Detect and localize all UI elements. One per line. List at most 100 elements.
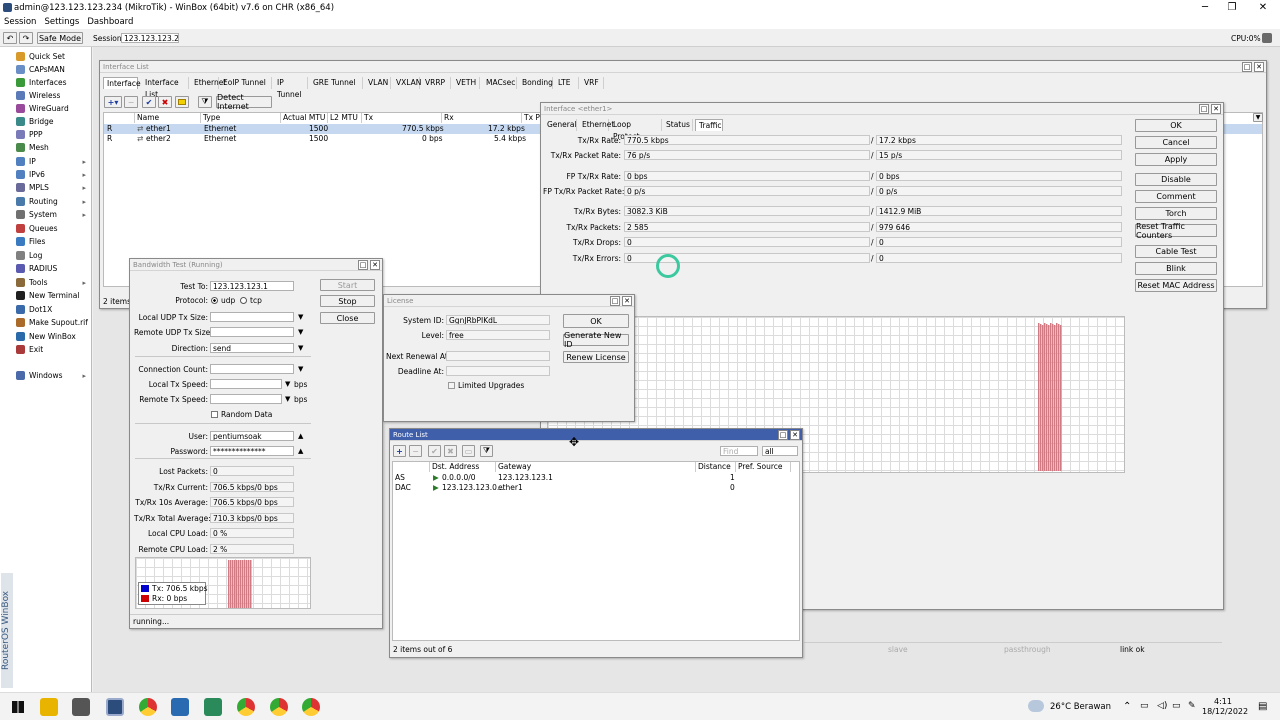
dropdown-arrow-icon[interactable]: ▼ <box>298 313 303 321</box>
col-mtu[interactable]: Actual MTU <box>281 113 328 123</box>
enable-icon[interactable]: ✔ <box>428 445 441 457</box>
dropdown-arrow-icon[interactable]: ▼ <box>298 344 303 352</box>
remove-icon[interactable]: − <box>409 445 422 457</box>
windows-start-icon[interactable] <box>12 701 24 713</box>
tab-eoip-tunnel[interactable]: EoIP Tunnel <box>220 77 272 89</box>
route-find-input[interactable]: Find <box>720 446 758 456</box>
download-app-icon[interactable] <box>204 698 222 716</box>
tab-general[interactable]: General <box>544 119 577 131</box>
col-gateway[interactable]: Gateway <box>496 462 696 472</box>
file-explorer-icon[interactable] <box>40 698 58 716</box>
local-udp-tx-size-field[interactable] <box>210 312 294 322</box>
direction-field[interactable]: send <box>210 343 294 353</box>
sidebar-item-make-supout-rif[interactable]: Make Supout.rif <box>16 316 90 329</box>
table-row[interactable]: DAC ▶ 123.123.123.0... ether1 0 <box>393 483 799 493</box>
start-button[interactable]: Start <box>320 279 375 291</box>
tab-ethernet[interactable]: Ethernet <box>191 77 226 89</box>
add-icon[interactable]: + <box>393 445 406 457</box>
tab-veth[interactable]: VETH <box>453 77 480 89</box>
disable-button[interactable]: Disable <box>1135 173 1217 186</box>
filter-icon[interactable]: ⧩ <box>480 445 493 457</box>
restore-icon[interactable]: ❐ <box>1215 0 1249 15</box>
speaker-icon[interactable]: ◁) <box>1157 701 1167 711</box>
close-icon[interactable]: ✕ <box>790 430 800 440</box>
tab-interface[interactable]: Interface <box>103 77 141 89</box>
cursor-app-icon[interactable] <box>72 698 90 716</box>
col-distance[interactable]: Distance <box>696 462 736 472</box>
notifications-icon[interactable]: ▤ <box>1258 701 1267 712</box>
sidebar-item-mesh[interactable]: Mesh <box>16 141 90 154</box>
col-rx[interactable]: Rx <box>442 113 522 123</box>
comment-icon[interactable] <box>175 96 189 108</box>
chrome-icon[interactable] <box>302 698 320 716</box>
sidebar-item-bridge[interactable]: Bridge <box>16 115 90 128</box>
maximize-icon[interactable]: □ <box>1242 62 1252 72</box>
tab-bonding[interactable]: Bonding <box>519 77 553 89</box>
reset-traffic-counters-button[interactable]: Reset Traffic Counters <box>1135 222 1217 240</box>
user-field[interactable]: pentiumsoak <box>210 431 294 441</box>
menu-dashboard[interactable]: Dashboard <box>87 17 133 27</box>
tab-interface-list[interactable]: Interface List <box>142 77 189 99</box>
maximize-icon[interactable]: □ <box>1199 104 1209 114</box>
collapse-arrow-icon[interactable]: ▲ <box>298 432 303 440</box>
sidebar-item-log[interactable]: Log <box>16 249 90 262</box>
col-dst[interactable]: Dst. Address <box>430 462 496 472</box>
maximize-icon[interactable]: □ <box>358 260 368 270</box>
virtualbox-icon[interactable] <box>171 698 189 716</box>
tab-gre-tunnel[interactable]: GRE Tunnel <box>310 77 363 89</box>
clock-date[interactable]: 18/12/2022 <box>1202 707 1248 716</box>
col-tx[interactable]: Tx <box>362 113 442 123</box>
disable-icon[interactable]: ✖ <box>158 96 172 108</box>
sidebar-item-dot1x[interactable]: Dot1X <box>16 303 90 316</box>
col-type[interactable]: Type <box>201 113 281 123</box>
limited-upgrades-checkbox[interactable] <box>448 382 455 389</box>
tab-ip-tunnel[interactable]: IP Tunnel <box>274 77 308 99</box>
comment-icon[interactable]: ▭ <box>462 445 475 457</box>
random-data-checkbox[interactable] <box>211 411 218 418</box>
chrome-icon[interactable] <box>139 698 157 716</box>
tab-vrrp[interactable]: VRRP <box>422 77 451 89</box>
sidebar-item-files[interactable]: Files <box>16 235 90 248</box>
dropdown-arrow-icon[interactable]: ▼ <box>298 365 303 373</box>
dropdown-arrow-icon[interactable]: ▼ <box>285 380 290 388</box>
dropdown-arrow-icon[interactable]: ▼ <box>285 395 290 403</box>
tab-lte[interactable]: LTE <box>555 77 579 89</box>
sidebar-item-ip[interactable]: IP ▸ <box>16 155 90 168</box>
maximize-icon[interactable]: □ <box>610 296 620 306</box>
sidebar-item-routing[interactable]: Routing ▸ <box>16 195 90 208</box>
connection-count-field[interactable] <box>210 364 294 374</box>
menu-settings[interactable]: Settings <box>44 17 79 27</box>
sidebar-item-windows[interactable]: Windows ▸ <box>16 369 90 382</box>
detect-internet-button[interactable]: Detect Internet <box>216 93 272 111</box>
disable-icon[interactable]: ✖ <box>444 445 457 457</box>
torch-button[interactable]: Torch <box>1135 207 1217 220</box>
scroll-down-icon[interactable]: ▼ <box>1253 113 1263 122</box>
tab-traffic[interactable]: Traffic <box>695 119 723 131</box>
add-icon[interactable]: +▾ <box>104 96 122 108</box>
sidebar-item-system[interactable]: System ▸ <box>16 208 90 221</box>
winbox-icon[interactable] <box>106 698 124 716</box>
tcp-radio[interactable] <box>240 297 247 304</box>
tab-vlan[interactable]: VLAN <box>365 77 391 89</box>
renew-license-button[interactable]: Renew License <box>563 351 629 363</box>
close-icon[interactable]: ✕ <box>370 260 380 270</box>
enable-icon[interactable]: ✔ <box>142 96 156 108</box>
sidebar-item-queues[interactable]: Queues <box>16 222 90 235</box>
route-list-titlebar[interactable]: Route List □ ✕ <box>390 429 802 441</box>
generate-new-id-button[interactable]: Generate New ID <box>563 331 629 349</box>
tab-status[interactable]: Status <box>663 119 693 131</box>
reset-mac-address-button[interactable]: Reset MAC Address <box>1135 279 1217 292</box>
undo-icon[interactable]: ↶ <box>3 32 17 44</box>
sidebar-item-quick-set[interactable]: Quick Set <box>16 50 90 63</box>
tray-chevron-icon[interactable]: ⌃ <box>1123 701 1131 712</box>
table-row[interactable]: AS ▶ 0.0.0.0/0 123.123.123.1 1 <box>393 473 799 483</box>
sidebar-item-new-winbox[interactable]: New WinBox <box>16 330 90 343</box>
sidebar-item-ppp[interactable]: PPP <box>16 128 90 141</box>
sidebar-item-wireguard[interactable]: WireGuard <box>16 102 90 115</box>
col-pref-source[interactable]: Pref. Source <box>736 462 791 472</box>
comment-button[interactable]: Comment <box>1135 190 1217 203</box>
sidebar-item-ipv6[interactable]: IPv6 ▸ <box>16 168 90 181</box>
sidebar-item-radius[interactable]: RADIUS <box>16 262 90 275</box>
sidebar-item-wireless[interactable]: Wireless <box>16 89 90 102</box>
weather-text[interactable]: 26°C Berawan <box>1050 702 1111 712</box>
